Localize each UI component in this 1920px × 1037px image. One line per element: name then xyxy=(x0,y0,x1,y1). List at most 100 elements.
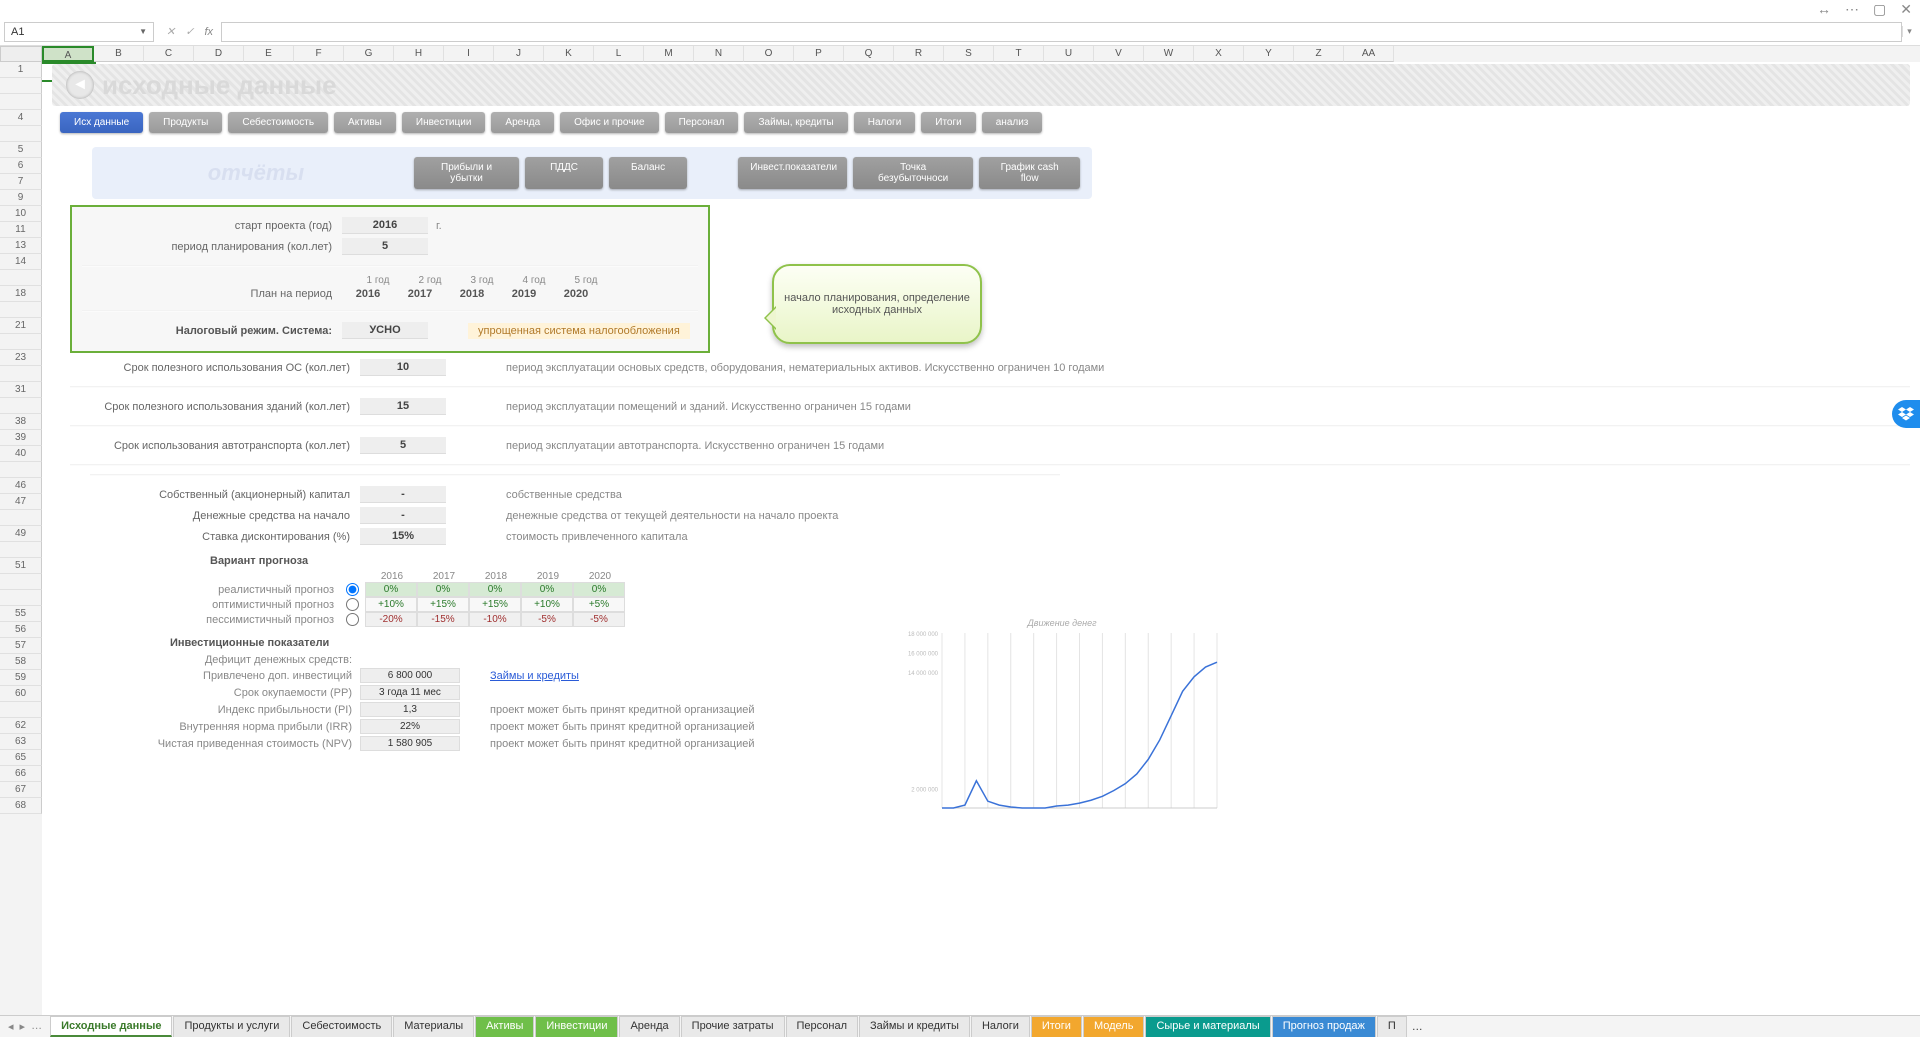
close-icon[interactable]: ✕ xyxy=(1900,1,1912,18)
nav-аренда[interactable]: Аренда xyxy=(491,112,554,133)
row-header[interactable]: 51 xyxy=(0,558,42,574)
prev-sheet-icon[interactable]: ▸ xyxy=(18,1020,28,1033)
more-icon[interactable]: ⋯ xyxy=(1845,1,1859,18)
row-header[interactable]: 59 xyxy=(0,670,42,686)
row-header[interactable]: 10 xyxy=(0,206,42,222)
sheet-tab[interactable]: Инвестиции xyxy=(535,1016,618,1037)
row-header[interactable]: 6 xyxy=(0,158,42,174)
row-header[interactable]: 60 xyxy=(0,686,42,702)
forecast-radio[interactable] xyxy=(346,598,359,611)
row-header[interactable] xyxy=(0,302,42,318)
col-header-P[interactable]: P xyxy=(794,46,844,62)
row-header[interactable]: 18 xyxy=(0,286,42,302)
report-btn[interactable]: ПДДС xyxy=(525,157,603,189)
row-header[interactable] xyxy=(0,94,42,110)
report-btn[interactable]: Баланс xyxy=(609,157,687,189)
row-header[interactable] xyxy=(0,574,42,590)
row-header[interactable] xyxy=(0,590,42,606)
sheet-tab[interactable]: П xyxy=(1377,1016,1407,1037)
row-header[interactable] xyxy=(0,126,42,142)
row-header[interactable]: 58 xyxy=(0,654,42,670)
col-header-A[interactable]: A xyxy=(42,46,94,62)
col-header-H[interactable]: H xyxy=(394,46,444,62)
sheet-tab[interactable]: Сырье и материалы xyxy=(1145,1016,1270,1037)
col-header-Y[interactable]: Y xyxy=(1244,46,1294,62)
row-header[interactable]: 38 xyxy=(0,414,42,430)
select-all-corner[interactable] xyxy=(0,46,42,62)
nav-займы,-кредиты[interactable]: Займы, кредиты xyxy=(744,112,847,133)
report-btn[interactable]: Прибыли и убытки xyxy=(414,157,519,189)
sheet-tab[interactable]: Исходные данные xyxy=(50,1016,172,1037)
chevron-down-icon[interactable]: ▼ xyxy=(139,27,147,36)
maximize-icon[interactable]: ▢ xyxy=(1873,1,1886,18)
sheet-tab[interactable]: Продукты и услуги xyxy=(173,1016,290,1037)
tabs-overflow-icon[interactable]: … xyxy=(1412,1021,1423,1033)
more-sheets-icon[interactable]: … xyxy=(29,1020,44,1033)
cancel-icon[interactable]: ✕ xyxy=(166,25,175,38)
sheet-tab[interactable]: Персонал xyxy=(786,1016,859,1037)
sheet-tab[interactable]: Итоги xyxy=(1031,1016,1082,1037)
forecast-radio[interactable] xyxy=(346,613,359,626)
report-btn[interactable]: Инвест.показатели xyxy=(738,157,847,189)
row-header[interactable]: 7 xyxy=(0,174,42,190)
col-header-T[interactable]: T xyxy=(994,46,1044,62)
col-header-M[interactable]: M xyxy=(644,46,694,62)
row-header[interactable]: 14 xyxy=(0,254,42,270)
capital-value[interactable]: - xyxy=(360,486,446,503)
capital-value[interactable]: 15% xyxy=(360,528,446,545)
row-header[interactable] xyxy=(0,510,42,526)
col-header-L[interactable]: L xyxy=(594,46,644,62)
dropbox-icon[interactable] xyxy=(1892,400,1920,428)
back-icon[interactable]: ◄ xyxy=(66,71,94,99)
report-btn[interactable]: Точка безубыточноси xyxy=(853,157,973,189)
row-header[interactable]: 1 xyxy=(0,62,42,78)
fx-icon[interactable]: fx xyxy=(204,26,213,38)
resize-icon[interactable]: ↔ xyxy=(1817,1,1831,17)
row-header[interactable]: 63 xyxy=(0,734,42,750)
row-header[interactable]: 21 xyxy=(0,318,42,334)
nav-активы[interactable]: Активы xyxy=(334,112,396,133)
formula-input[interactable] xyxy=(221,22,1902,42)
row-header[interactable]: 57 xyxy=(0,638,42,654)
row-header[interactable] xyxy=(0,366,42,382)
col-header-Z[interactable]: Z xyxy=(1294,46,1344,62)
row-header[interactable]: 46 xyxy=(0,478,42,494)
col-header-Q[interactable]: Q xyxy=(844,46,894,62)
spreadsheet-grid[interactable]: ABCDEFGHIJKLMNOPQRSTUVWXYZAA ◄ исходные … xyxy=(42,46,1920,1015)
row-header[interactable]: 40 xyxy=(0,446,42,462)
sheet-tab[interactable]: Аренда xyxy=(619,1016,679,1037)
row-header[interactable]: 68 xyxy=(0,798,42,814)
sheet-tab[interactable]: Себестоимость xyxy=(291,1016,392,1037)
nav-исх-данные[interactable]: Исх данные xyxy=(60,112,143,133)
row-header[interactable]: 67 xyxy=(0,782,42,798)
row-header[interactable] xyxy=(0,702,42,718)
plan-period-value[interactable]: 5 xyxy=(342,238,428,255)
col-header-F[interactable]: F xyxy=(294,46,344,62)
col-header-X[interactable]: X xyxy=(1194,46,1244,62)
col-header-AA[interactable]: AA xyxy=(1344,46,1394,62)
sheet-tab[interactable]: Модель xyxy=(1083,1016,1144,1037)
row-header[interactable]: 39 xyxy=(0,430,42,446)
col-header-C[interactable]: C xyxy=(144,46,194,62)
row-header[interactable]: 65 xyxy=(0,750,42,766)
tax-system-value[interactable]: УСНО xyxy=(342,322,428,339)
col-header-W[interactable]: W xyxy=(1144,46,1194,62)
nav-продукты[interactable]: Продукты xyxy=(149,112,222,133)
capital-value[interactable]: - xyxy=(360,507,446,524)
useful-life-value[interactable]: 15 xyxy=(360,398,446,415)
start-year-value[interactable]: 2016 xyxy=(342,217,428,234)
col-header-D[interactable]: D xyxy=(194,46,244,62)
row-header[interactable]: 55 xyxy=(0,606,42,622)
row-header[interactable] xyxy=(0,398,42,414)
row-header[interactable]: 66 xyxy=(0,766,42,782)
nav-офис-и-прочие[interactable]: Офис и прочие xyxy=(560,112,658,133)
row-header[interactable]: 9 xyxy=(0,190,42,206)
row-header[interactable]: 5 xyxy=(0,142,42,158)
sheet-tab[interactable]: Займы и кредиты xyxy=(859,1016,970,1037)
nav-налоги[interactable]: Налоги xyxy=(854,112,916,133)
accept-icon[interactable]: ✓ xyxy=(185,25,194,38)
useful-life-value[interactable]: 5 xyxy=(360,437,446,454)
col-header-O[interactable]: O xyxy=(744,46,794,62)
col-header-U[interactable]: U xyxy=(1044,46,1094,62)
sheet-tab[interactable]: Прочие затраты xyxy=(681,1016,785,1037)
